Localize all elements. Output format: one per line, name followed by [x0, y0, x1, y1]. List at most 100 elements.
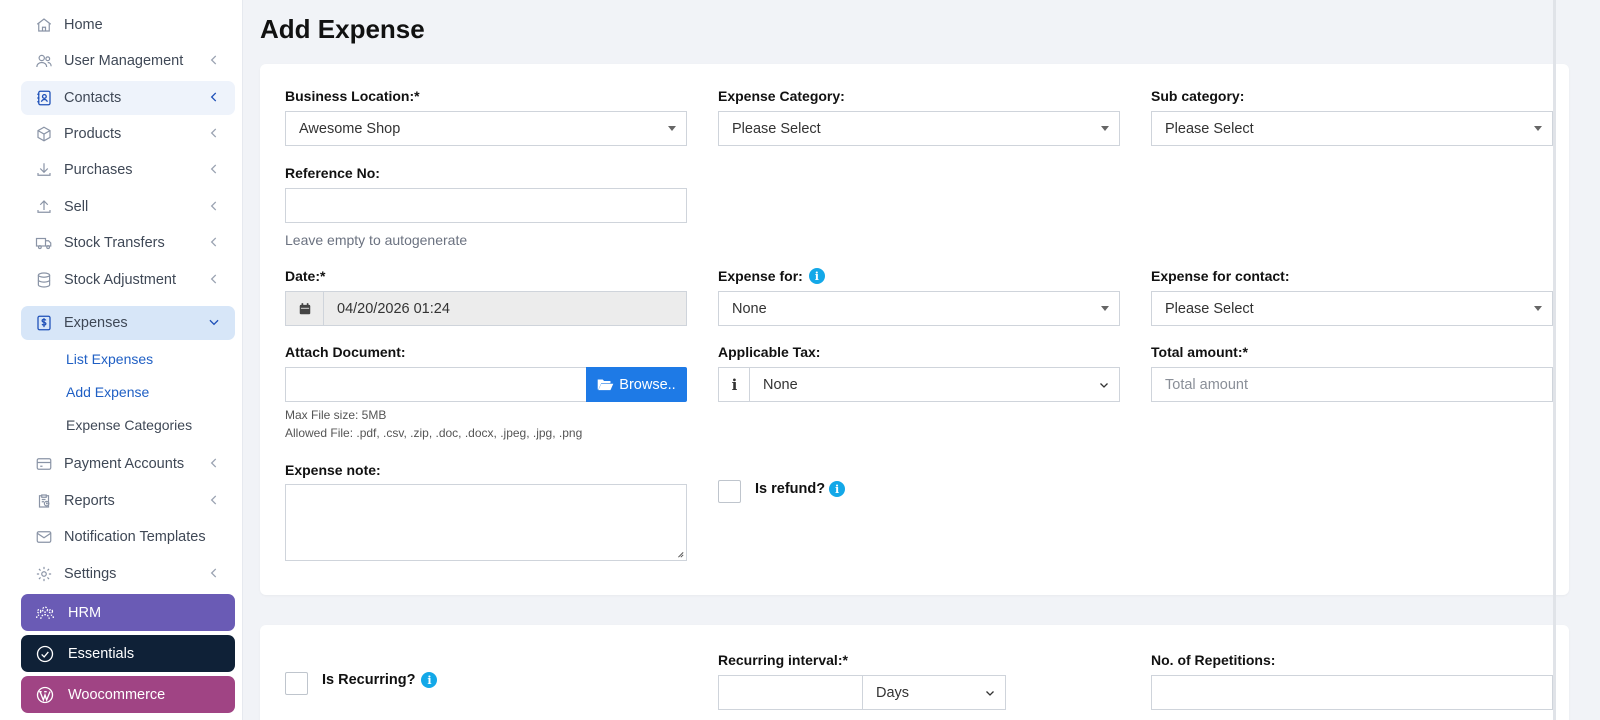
expense-for-contact-select[interactable]: Please Select — [1151, 291, 1553, 326]
attach-document-input[interactable] — [285, 367, 586, 402]
info-icon[interactable]: i — [808, 268, 825, 284]
sidebar-item-label: Payment Accounts — [64, 456, 185, 472]
sidebar-item-sell[interactable]: Sell — [21, 190, 235, 224]
caret-down-icon — [1101, 126, 1109, 131]
expense-for-label: Expense for: i — [718, 268, 825, 284]
total-amount-placeholder: Total amount — [1165, 376, 1249, 393]
recurring-interval-unit-value: Days — [876, 684, 910, 701]
sidebar-item-label: Stock Adjustment — [64, 272, 177, 288]
sidebar-item-notification-templates[interactable]: Notification Templates — [21, 520, 235, 554]
info-icon[interactable]: i — [421, 672, 438, 688]
chevron-left-icon — [210, 237, 217, 247]
report-clipboard-icon — [34, 491, 54, 511]
tax-info-addon: i — [718, 367, 750, 402]
sidebar-ext-woocommerce[interactable]: Woocommerce — [21, 676, 235, 713]
chevron-left-icon — [210, 458, 217, 468]
cube-icon — [34, 124, 54, 144]
sidebar-item-stock-adjustment[interactable]: Stock Adjustment — [21, 263, 235, 297]
expense-for-contact-label: Expense for contact: — [1151, 268, 1290, 284]
sidebar-subitem-list-expenses[interactable]: List Expenses — [66, 351, 153, 367]
home-icon — [34, 15, 54, 35]
expense-for-value: None — [732, 300, 767, 317]
is-refund-checkbox[interactable] — [718, 480, 741, 503]
info-icon[interactable]: i — [829, 481, 846, 497]
expense-category-select[interactable]: Please Select — [718, 111, 1120, 146]
sidebar-item-settings[interactable]: Settings — [21, 557, 235, 591]
dollar-receipt-icon — [34, 313, 54, 333]
sidebar-item-payment-accounts[interactable]: Payment Accounts — [21, 447, 235, 481]
caret-down-icon — [1101, 306, 1109, 311]
upload-icon — [34, 197, 54, 217]
attach-types-help: Allowed File: .pdf, .csv, .zip, .doc, .d… — [285, 426, 583, 440]
sidebar-item-purchases[interactable]: Purchases — [21, 153, 235, 187]
date-input[interactable]: 04/20/2026 01:24 — [323, 291, 687, 326]
repetitions-input[interactable] — [1151, 675, 1553, 710]
recurring-interval-unit-select[interactable]: Days — [862, 675, 1006, 710]
business-location-select[interactable]: Awesome Shop — [285, 111, 687, 146]
chevron-left-icon — [210, 495, 217, 505]
expense-category-label: Expense Category: — [718, 88, 845, 104]
sidebar-item-label: Sell — [64, 199, 89, 215]
applicable-tax-select[interactable]: None — [749, 367, 1120, 402]
chevron-left-icon — [210, 568, 217, 578]
sub-category-select[interactable]: Please Select — [1151, 111, 1553, 146]
chevron-left-icon — [210, 201, 217, 211]
caret-down-icon — [1534, 126, 1542, 131]
sidebar: Home User Management Contacts Products P… — [0, 0, 243, 720]
is-recurring-checkbox[interactable] — [285, 672, 308, 695]
database-icon — [34, 270, 54, 290]
team-icon — [34, 602, 56, 624]
scrollbar-track[interactable] — [1553, 0, 1556, 720]
reference-no-input[interactable] — [285, 188, 687, 223]
sidebar-item-products[interactable]: Products — [21, 117, 235, 151]
sidebar-subitem-expense-categories[interactable]: Expense Categories — [66, 417, 192, 433]
chevron-left-icon — [210, 92, 217, 102]
wordpress-icon — [34, 684, 56, 706]
resize-handle-icon[interactable] — [676, 550, 684, 558]
sidebar-ext-essentials[interactable]: Essentials — [21, 635, 235, 672]
sidebar-ext-label: Woocommerce — [68, 686, 166, 703]
applicable-tax-label: Applicable Tax: — [718, 344, 821, 360]
attach-size-help: Max File size: 5MB — [285, 408, 387, 422]
expense-for-select[interactable]: None — [718, 291, 1120, 326]
browse-button-label: Browse.. — [619, 376, 676, 393]
chevron-down-icon — [986, 691, 994, 696]
truck-icon — [34, 233, 54, 253]
calendar-addon[interactable] — [285, 291, 324, 326]
credit-card-icon — [34, 454, 54, 474]
date-label: Date:* — [285, 268, 326, 284]
browse-button[interactable]: Browse.. — [586, 367, 687, 402]
sidebar-subitem-add-expense[interactable]: Add Expense — [66, 384, 149, 400]
sidebar-item-expenses[interactable]: Expenses — [21, 306, 235, 340]
chevron-left-icon — [210, 128, 217, 138]
total-amount-input[interactable]: Total amount — [1151, 367, 1553, 402]
expense-for-label-text: Expense for: — [718, 268, 803, 284]
expense-for-contact-value: Please Select — [1165, 300, 1254, 317]
expense-note-textarea[interactable] — [285, 484, 687, 561]
chevron-down-icon — [209, 319, 219, 326]
sidebar-item-label: Expenses — [64, 315, 128, 331]
is-refund-label: Is refund? i — [755, 481, 846, 497]
recurring-interval-label: Recurring interval:* — [718, 652, 848, 668]
envelope-icon — [34, 527, 54, 547]
repetitions-label: No. of Repetitions: — [1151, 652, 1276, 668]
sidebar-item-stock-transfers[interactable]: Stock Transfers — [21, 226, 235, 260]
caret-down-icon — [668, 126, 676, 131]
attach-document-label: Attach Document: — [285, 344, 406, 360]
caret-down-icon — [1534, 306, 1542, 311]
sidebar-item-reports[interactable]: Reports — [21, 484, 235, 518]
sidebar-ext-hrm[interactable]: HRM — [21, 594, 235, 631]
recurring-interval-input[interactable] — [718, 675, 863, 710]
sidebar-item-home[interactable]: Home — [21, 8, 235, 42]
business-location-value: Awesome Shop — [299, 120, 401, 137]
download-icon — [34, 160, 54, 180]
chevron-down-icon — [1100, 383, 1108, 388]
sidebar-item-contacts[interactable]: Contacts — [21, 81, 235, 115]
sub-category-value: Please Select — [1165, 120, 1254, 137]
folder-open-icon — [597, 379, 614, 391]
sidebar-item-user-management[interactable]: User Management — [21, 44, 235, 78]
sidebar-item-label: Notification Templates — [64, 529, 206, 545]
chevron-left-icon — [210, 55, 217, 65]
chevron-left-icon — [210, 164, 217, 174]
chevron-left-icon — [210, 274, 217, 284]
